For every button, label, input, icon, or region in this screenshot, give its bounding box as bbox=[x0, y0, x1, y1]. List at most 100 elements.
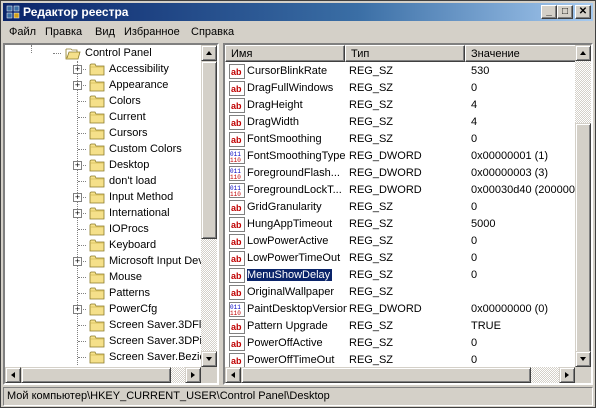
value-row-cursorblinkrate[interactable]: ab CursorBlinkRate REG_SZ 530 bbox=[225, 63, 577, 80]
list-scroll-up-button[interactable] bbox=[575, 45, 591, 61]
value-row-paintdesktopversion[interactable]: 011 110 PaintDesktopVersion REG_DWORD 0x0000… bbox=[225, 301, 577, 318]
string-value-icon: ab bbox=[229, 81, 245, 96]
status-bar: Мой компьютер\HKEY_CURRENT_USER\Control … bbox=[3, 387, 593, 406]
value-type: REG_SZ bbox=[349, 116, 394, 128]
value-row-menushowdelay[interactable]: ab MenuShowDelay REG_SZ 0 bbox=[225, 267, 577, 284]
close-button[interactable]: ✕ bbox=[575, 5, 591, 19]
value-name: GridGranularity bbox=[247, 201, 322, 213]
value-row-hungapptimeout[interactable]: ab HungAppTimeout REG_SZ 5000 bbox=[225, 216, 577, 233]
expand-plus-icon[interactable]: + bbox=[73, 81, 82, 90]
list-vertical-scrollbar[interactable] bbox=[575, 45, 591, 383]
menu-file[interactable]: Файл bbox=[9, 26, 36, 38]
value-name: FontSmoothingType bbox=[247, 150, 346, 162]
value-data: 0 bbox=[471, 235, 478, 247]
tree-node-label: Appearance bbox=[109, 79, 169, 91]
column-header-type[interactable]: Тип bbox=[345, 45, 465, 62]
value-row-dragheight[interactable]: ab DragHeight REG_SZ 4 bbox=[225, 97, 577, 114]
expand-plus-icon[interactable]: + bbox=[73, 65, 82, 74]
list-scroll-right-button[interactable] bbox=[559, 367, 575, 383]
expand-plus-icon[interactable]: + bbox=[73, 193, 82, 202]
value-row-dragwidth[interactable]: ab DragWidth REG_SZ 4 bbox=[225, 114, 577, 131]
menu-view[interactable]: Вид bbox=[95, 26, 115, 38]
tree-node-label: Input Method bbox=[109, 191, 174, 203]
value-name: HungAppTimeout bbox=[247, 218, 333, 230]
tree-node-label: Colors bbox=[109, 95, 141, 107]
dword-value-icon: 011 110 bbox=[229, 149, 245, 164]
value-type: REG_SZ bbox=[349, 286, 394, 298]
tree-vertical-scrollbar[interactable] bbox=[201, 45, 217, 383]
value-row-gridgranularity[interactable]: ab GridGranularity REG_SZ 0 bbox=[225, 199, 577, 216]
tree-horizontal-scrollbar[interactable] bbox=[5, 367, 201, 383]
value-row-fontsmoothing[interactable]: ab FontSmoothing REG_SZ 0 bbox=[225, 131, 577, 148]
value-data: 5000 bbox=[471, 218, 496, 230]
list-header: Имя Тип Значение bbox=[225, 45, 577, 62]
list-scroll-down-button[interactable] bbox=[575, 351, 591, 367]
tree-scroll-thumb[interactable] bbox=[201, 61, 217, 239]
tree-node-label: Screen Saver.Bezier bbox=[109, 351, 210, 363]
registry-editor-window: Редактор реестра _ □ ✕ Файл Правка Вид И… bbox=[0, 0, 596, 408]
list-scroll-thumb[interactable] bbox=[575, 123, 591, 363]
column-header-name[interactable]: Имя bbox=[225, 45, 345, 62]
value-type: REG_SZ bbox=[349, 82, 394, 94]
title-bar[interactable]: Редактор реестра _ □ ✕ bbox=[3, 3, 593, 21]
value-name: DragWidth bbox=[247, 116, 299, 128]
value-row-foregroundflash[interactable]: 011 110 ForegroundFlash... REG_DWORD 0x00000… bbox=[225, 165, 577, 182]
string-value-icon: ab bbox=[229, 319, 245, 334]
expand-plus-icon[interactable]: + bbox=[73, 257, 82, 266]
value-row-lowpowertimeout[interactable]: ab LowPowerTimeOut REG_SZ 0 bbox=[225, 250, 577, 267]
value-row-foregroundlockt[interactable]: 011 110 ForegroundLockT... REG_DWORD 0x00030… bbox=[225, 182, 579, 199]
list-scroll-left-button[interactable] bbox=[225, 367, 241, 383]
arrow-down-icon bbox=[206, 357, 212, 361]
folder-icon bbox=[89, 78, 105, 92]
value-name: Pattern Upgrade bbox=[247, 320, 328, 332]
tree-scroll-up-button[interactable] bbox=[201, 45, 217, 61]
tree-scroll-left-button[interactable] bbox=[5, 367, 21, 383]
tree-scroll-right-button[interactable] bbox=[185, 367, 201, 383]
tree-node-label: Screen Saver.3DPipe bbox=[109, 335, 215, 347]
tree-scroll-down-button[interactable] bbox=[201, 351, 217, 367]
minimize-button[interactable]: _ bbox=[541, 5, 557, 19]
values-list-pane[interactable]: Имя Тип Значение ab CursorBlinkRate REG_SZ… bbox=[223, 43, 593, 385]
value-type: REG_DWORD bbox=[349, 150, 422, 162]
value-name: ForegroundFlash... bbox=[247, 167, 340, 179]
string-value-icon: ab bbox=[229, 336, 245, 351]
value-row-poweroffactive[interactable]: ab PowerOffActive REG_SZ 0 bbox=[225, 335, 577, 352]
dword-value-icon: 011 110 bbox=[229, 166, 245, 181]
svg-text:110: 110 bbox=[230, 310, 241, 317]
tree-node-label: Control Panel bbox=[85, 47, 152, 59]
list-hscroll-thumb[interactable] bbox=[241, 367, 531, 383]
svg-text:ab: ab bbox=[231, 84, 242, 94]
list-horizontal-scrollbar[interactable] bbox=[225, 367, 575, 383]
list-scroll-corner bbox=[575, 367, 591, 383]
tree-node-label: Custom Colors bbox=[109, 143, 182, 155]
value-name: OriginalWallpaper bbox=[247, 286, 335, 298]
value-row-fontsmoothingtype[interactable]: 011 110 FontSmoothingType REG_DWORD 0x000000… bbox=[225, 148, 577, 165]
value-data: 0x00000001 (1) bbox=[471, 150, 549, 162]
value-type: REG_SZ bbox=[349, 354, 394, 366]
folder-icon bbox=[89, 142, 105, 156]
expand-plus-icon[interactable]: + bbox=[73, 209, 82, 218]
value-row-dragfullwindows[interactable]: ab DragFullWindows REG_SZ 0 bbox=[225, 80, 577, 97]
tree-node-label: Accessibility bbox=[109, 63, 169, 75]
menu-help[interactable]: Справка bbox=[191, 26, 234, 38]
column-header-value[interactable]: Значение bbox=[465, 45, 577, 62]
value-row-originalwallpaper[interactable]: ab OriginalWallpaper REG_SZ bbox=[225, 284, 577, 301]
folder-icon bbox=[89, 318, 105, 332]
expand-plus-icon[interactable]: + bbox=[73, 161, 82, 170]
maximize-button[interactable]: □ bbox=[557, 5, 573, 19]
value-type: REG_SZ bbox=[349, 65, 394, 77]
value-row-pattern-upgrade[interactable]: ab Pattern Upgrade REG_SZ TRUE bbox=[225, 318, 577, 335]
string-value-icon: ab bbox=[229, 200, 245, 215]
menu-edit[interactable]: Правка bbox=[45, 26, 82, 38]
folder-icon bbox=[89, 238, 105, 252]
svg-text:ab: ab bbox=[231, 101, 242, 111]
value-data: 0 bbox=[471, 337, 478, 349]
value-row-lowpoweractive[interactable]: ab LowPowerActive REG_SZ 0 bbox=[225, 233, 577, 250]
svg-text:ab: ab bbox=[231, 271, 242, 281]
tree-node-label: Keyboard bbox=[109, 239, 157, 251]
menu-favorites[interactable]: Избранное bbox=[124, 26, 180, 38]
tree-hscroll-thumb[interactable] bbox=[21, 367, 171, 383]
registry-tree-pane[interactable]: Control Panel + Accessibility + Appearance Co… bbox=[3, 43, 219, 385]
expand-plus-icon[interactable]: + bbox=[73, 305, 82, 314]
value-name: PowerOffTimeOut bbox=[247, 354, 335, 366]
